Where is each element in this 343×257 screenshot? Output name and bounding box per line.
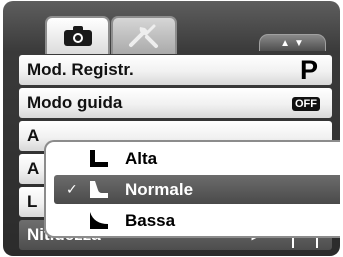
sharpness-options-popup: Alta ✓ Normale Bassa [44,140,340,238]
menu-row-label: L [27,192,38,211]
menu-row-label: Mod. Registr. [27,60,134,79]
menu-row-label: Modo guida [27,93,123,112]
sharpness-high-icon [90,150,108,167]
tools-icon [129,24,158,48]
option-normale[interactable]: ✓ Normale [54,175,340,204]
menu-row-label: A [27,159,40,178]
menu-row-value: P [299,55,318,85]
option-label: Alta [125,149,158,168]
menu-row-modo-guida[interactable]: Modo guida OFF [19,88,332,118]
sharpness-low-icon [90,212,108,229]
sharpness-normal-icon [90,181,108,198]
checkmark-icon: ✓ [66,181,78,197]
option-label: Bassa [125,211,176,230]
tab-setup[interactable] [111,16,177,54]
camera-menu-screen: ▲▼ Mod. Registr. P Modo guida OFF A A L … [3,1,340,256]
option-alta[interactable]: Alta [54,144,340,173]
off-badge: OFF [292,97,320,111]
tab-camera[interactable] [45,16,110,54]
menu-row-mod-registr[interactable]: Mod. Registr. P [19,55,332,85]
menu-row-label: A [27,126,40,145]
camera-icon [63,26,92,46]
option-label: Normale [125,180,194,199]
option-bassa[interactable]: Bassa [54,206,340,235]
scroll-indicator[interactable]: ▲▼ [259,34,326,51]
